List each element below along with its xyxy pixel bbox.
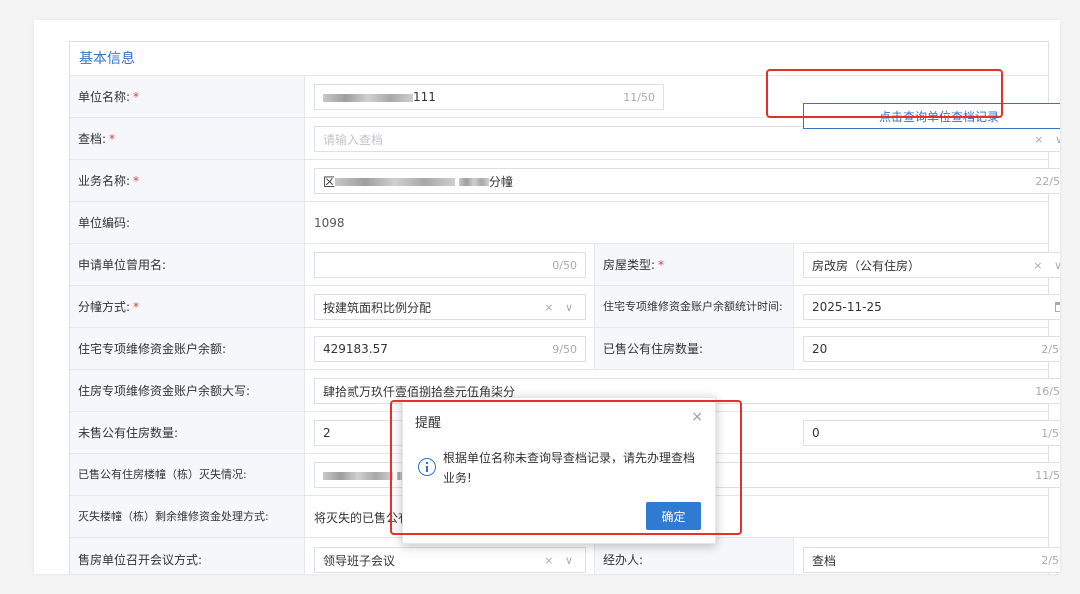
confirm-button[interactable]: 确定 <box>646 502 701 530</box>
close-icon[interactable]: × <box>691 409 703 425</box>
business-name-label: 业务名称: * <box>70 160 305 201</box>
balance-upper-label: 住房专项维修资金账户余额大写: <box>70 370 305 411</box>
unit-name-label: 单位名称: * <box>70 76 305 117</box>
row-unit-code: 单位编码: 1098 <box>70 202 1048 244</box>
calendar-icon[interactable] <box>1055 302 1060 312</box>
archive-label: 查档: * <box>70 118 305 159</box>
row-former-name: 申请单位曾用名: 0/50 房屋类型:* 房改房（公有住房） × ∨ <box>70 244 1060 286</box>
row-balance: 住宅专项维修资金账户余额: 429183.57 9/50 已售公有住房数量: 2… <box>70 328 1060 370</box>
house-type-label: 房屋类型: * <box>594 244 794 285</box>
handler-input[interactable]: 查档 2/50 <box>803 547 1060 573</box>
clear-chevron-icon[interactable]: × ∨ <box>544 554 577 567</box>
row-split-method: 分幢方式: * 按建筑面积比例分配 × ∨ 住宅专项维修资金账户余额统计时间: 2… <box>70 286 1060 328</box>
meeting-select[interactable]: 领导班子会议 × ∨ <box>314 547 586 573</box>
unsold-count-label: 未售公有住房数量: <box>70 412 305 453</box>
split-method-label: 分幢方式: * <box>70 286 305 327</box>
panel-title: 基本信息 <box>70 42 1048 76</box>
query-archive-button[interactable]: 点击查询单位查档记录 <box>803 103 1060 129</box>
sold-count-label: 已售公有住房数量: <box>594 328 794 369</box>
former-name-input[interactable]: 0/50 <box>314 252 586 278</box>
unit-name-input[interactable]: 111 11/50 <box>314 84 664 110</box>
unit-code-value: 1098 <box>314 216 345 230</box>
archive-select[interactable]: 请输入查档 × ∨ <box>314 126 1060 152</box>
balance-label: 住宅专项维修资金账户余额: <box>70 328 305 369</box>
sold-count-input[interactable]: 20 2/50 <box>803 336 1060 362</box>
remaining-label: 灭失楼幢（栋）剩余维修资金处理方式: <box>70 496 305 537</box>
destroyed-label: 已售公有住房楼幢（栋）灭失情况: <box>70 454 305 495</box>
clear-chevron-icon[interactable]: × ∨ <box>1034 133 1060 146</box>
house-type-select[interactable]: 房改房（公有住房） × ∨ <box>803 252 1060 278</box>
info-icon <box>418 458 436 476</box>
balance-input[interactable]: 429183.57 9/50 <box>314 336 586 362</box>
reminder-dialog: 提醒 × 根据单位名称未查询导查档记录，请先办理查档业务! 确定 <box>402 397 716 544</box>
dialog-title: 提醒 <box>415 416 442 431</box>
clear-chevron-icon[interactable]: × ∨ <box>1033 259 1060 272</box>
stat-time-date-input[interactable]: 2025-11-25 <box>803 294 1060 320</box>
former-name-label: 申请单位曾用名: <box>70 244 305 285</box>
unit-code-label: 单位编码: <box>70 202 305 243</box>
meeting-label: 售房单位召开会议方式: <box>70 538 305 574</box>
split-method-select[interactable]: 按建筑面积比例分配 × ∨ <box>314 294 586 320</box>
clear-chevron-icon[interactable]: × ∨ <box>544 301 577 314</box>
dialog-message: 根据单位名称未查询导查档记录，请先办理查档业务! <box>443 451 696 485</box>
unsold-right-input[interactable]: 0 1/50 <box>803 420 1060 446</box>
row-business-name: 业务名称:* 区 分幢 22/50 <box>70 160 1060 202</box>
stat-time-label: 住宅专项维修资金账户余额统计时间: <box>594 286 794 327</box>
business-name-input[interactable]: 区 分幢 22/50 <box>314 168 1060 194</box>
